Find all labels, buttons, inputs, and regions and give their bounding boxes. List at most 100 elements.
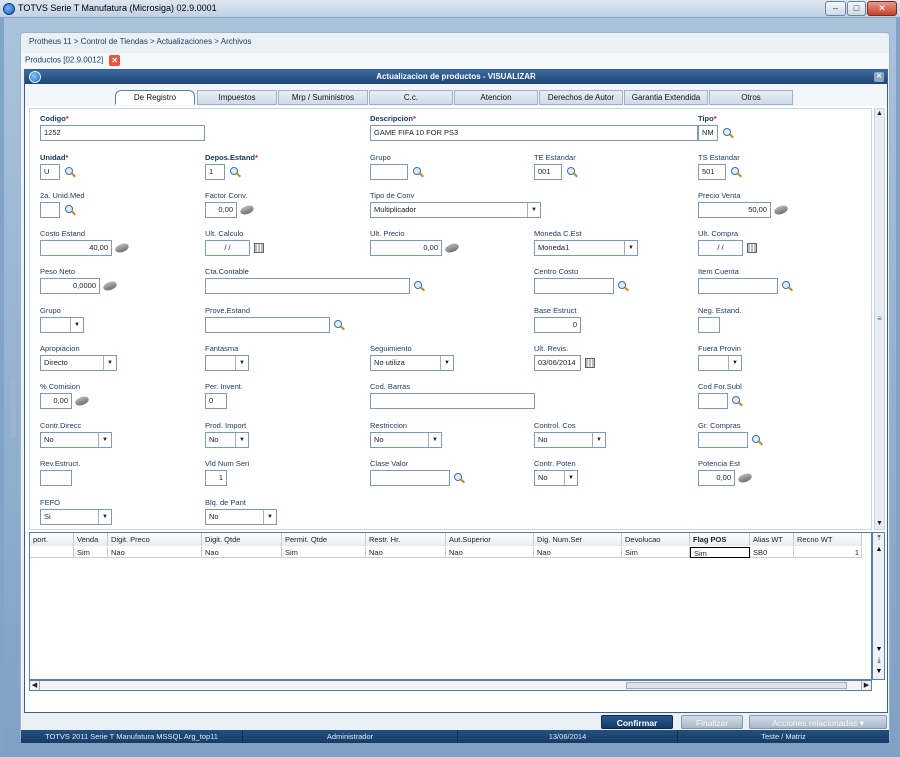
confirm-button[interactable]: Confirmar <box>601 715 673 729</box>
grid-horizontal-scrollbar[interactable]: ◀ ▶ <box>29 680 872 691</box>
per-invent-input[interactable]: 0 <box>205 393 227 409</box>
grid-vertical-scrollbar[interactable]: ⤒ ▲ ▼ ⤓ ▼ <box>872 532 885 680</box>
minimize-button[interactable]: ‒ <box>825 1 846 16</box>
tipo-input[interactable]: NM <box>698 125 718 141</box>
tab-mrp-suministros[interactable]: Mrp / Suministros <box>278 90 368 105</box>
grid-header[interactable]: Restr. Hr. <box>366 533 446 546</box>
scroll-bottom-icon[interactable]: ⤓ <box>874 656 884 666</box>
grupo2-select[interactable]: ▼ <box>40 317 84 333</box>
ult-revis-input[interactable]: 03/06/2014 <box>534 355 581 371</box>
chevron-down-icon[interactable]: ▼ <box>70 318 83 332</box>
tab-impuestos[interactable]: Impuestos <box>197 90 277 105</box>
close-button[interactable]: ✕ <box>867 1 897 16</box>
calculator-icon[interactable] <box>102 279 118 293</box>
grid-cell[interactable] <box>30 547 74 558</box>
item-cuenta-input[interactable] <box>698 278 778 294</box>
depos-estand-lookup-icon[interactable] <box>230 167 240 177</box>
chevron-down-icon[interactable]: ▼ <box>440 356 453 370</box>
grid-header[interactable]: Recno WT <box>794 533 862 546</box>
chevron-down-icon[interactable]: ▼ <box>235 433 248 447</box>
grid-cell[interactable]: Nao <box>446 547 534 558</box>
blq-pant-select[interactable]: No ▼ <box>205 509 277 525</box>
scroll-up-icon[interactable]: ▲ <box>874 545 884 555</box>
peso-neto-input[interactable]: 0,0000 <box>40 278 100 294</box>
grid-cell[interactable]: Nao <box>534 547 622 558</box>
grid-cell[interactable]: Sim <box>622 547 690 558</box>
calculator-icon[interactable] <box>737 471 753 485</box>
grid-cell[interactable]: Nao <box>108 547 202 558</box>
restriccion-select[interactable]: No ▼ <box>370 432 442 448</box>
maximize-button[interactable]: □ <box>847 1 866 16</box>
side-collapse-handle[interactable] <box>10 378 16 438</box>
seguimiento-select[interactable]: No utiliza ▼ <box>370 355 454 371</box>
form-scrollbar[interactable]: ▲ ≡ ▼ <box>874 108 885 530</box>
grid-cell[interactable]: Sim <box>74 547 108 558</box>
grid-cell-selected[interactable]: Sim <box>690 547 750 558</box>
calendar-icon[interactable] <box>254 243 264 253</box>
base-estruct-input[interactable]: 0 <box>534 317 581 333</box>
chevron-down-icon[interactable]: ▼ <box>624 241 637 255</box>
prod-import-select[interactable]: No ▼ <box>205 432 249 448</box>
calendar-icon[interactable] <box>585 358 595 368</box>
te-estandar-input[interactable]: 001 <box>534 164 562 180</box>
grid-header[interactable]: Flag POS <box>690 533 750 546</box>
codigo-input[interactable]: 1252 <box>40 125 205 141</box>
chevron-down-icon[interactable]: ▼ <box>263 510 276 524</box>
doc-tab-productos[interactable]: Productos [02.9.0012] ✕ <box>25 55 121 66</box>
ts-estandar-input[interactable]: 501 <box>698 164 726 180</box>
chevron-down-icon[interactable]: ▼ <box>98 510 111 524</box>
grid-header[interactable]: port. <box>30 533 74 546</box>
unid-med2-input[interactable] <box>40 202 60 218</box>
tab-cc[interactable]: C.c. <box>369 90 453 105</box>
tab-garantia-extendida[interactable]: Garantia Extendida <box>624 90 708 105</box>
grid-header[interactable]: Digit. Preco <box>108 533 202 546</box>
scroll-down-icon[interactable]: ▼ <box>874 645 884 655</box>
grid-header[interactable]: Aut.Superior <box>446 533 534 546</box>
chevron-down-icon[interactable]: ▼ <box>728 356 741 370</box>
unidad-lookup-icon[interactable] <box>65 167 75 177</box>
centro-costo-input[interactable] <box>534 278 614 294</box>
ult-calculo-input[interactable]: / / <box>205 240 250 256</box>
control-cos-select[interactable]: No ▼ <box>534 432 606 448</box>
calendar-icon[interactable] <box>747 243 757 253</box>
ult-precio-input[interactable]: 0,00 <box>370 240 442 256</box>
grid-header[interactable]: Digit. Qtde <box>202 533 282 546</box>
grid-header[interactable]: Alias WT <box>750 533 794 546</box>
ts-estandar-lookup-icon[interactable] <box>731 167 741 177</box>
contr-direcc-select[interactable]: No ▼ <box>40 432 112 448</box>
scroll-down-icon[interactable]: ▼ <box>874 667 884 677</box>
dialog-close-icon[interactable]: ✕ <box>874 72 884 82</box>
moneda-cest-select[interactable]: Moneda1 ▼ <box>534 240 638 256</box>
scroll-thumb[interactable] <box>626 682 847 689</box>
costo-estand-input[interactable]: 40,00 <box>40 240 112 256</box>
scroll-down-icon[interactable]: ▼ <box>875 519 884 529</box>
grid-header[interactable]: Dig. Num.Ser <box>534 533 622 546</box>
grid-header[interactable]: Permit. Qtde <box>282 533 366 546</box>
chevron-down-icon[interactable]: ▼ <box>235 356 248 370</box>
grid-cell[interactable]: 1 <box>794 547 862 558</box>
factor-conv-input[interactable]: 0,00 <box>205 202 237 218</box>
unid-med2-lookup-icon[interactable] <box>65 205 75 215</box>
depos-estand-input[interactable]: 1 <box>205 164 225 180</box>
chevron-down-icon[interactable]: ▼ <box>564 471 577 485</box>
cta-contable-input[interactable] <box>205 278 410 294</box>
tab-otros[interactable]: Otros <box>709 90 793 105</box>
scroll-left-icon[interactable]: ◀ <box>30 681 40 690</box>
cod-for-subl-lookup-icon[interactable] <box>732 396 742 406</box>
chevron-down-icon[interactable]: ▼ <box>103 356 116 370</box>
scroll-grip-icon[interactable]: ≡ <box>875 314 884 323</box>
related-actions-button[interactable]: Acciones relacionadas ▾ <box>749 715 887 729</box>
rev-estruct-input[interactable] <box>40 470 72 486</box>
finish-button[interactable]: Finalizar <box>681 715 743 729</box>
grid-cell[interactable]: Sim <box>282 547 366 558</box>
chevron-down-icon[interactable]: ▼ <box>527 203 540 217</box>
fefo-select[interactable]: Si ▼ <box>40 509 112 525</box>
calculator-icon[interactable] <box>239 203 255 217</box>
tipo-conv-select[interactable]: Multiplicador ▼ <box>370 202 541 218</box>
grupo1-input[interactable] <box>370 164 408 180</box>
chevron-down-icon[interactable]: ▼ <box>98 433 111 447</box>
calculator-icon[interactable] <box>114 241 130 255</box>
chevron-down-icon[interactable]: ▼ <box>428 433 441 447</box>
comision-input[interactable]: 0,00 <box>40 393 72 409</box>
clase-valor-lookup-icon[interactable] <box>454 473 464 483</box>
